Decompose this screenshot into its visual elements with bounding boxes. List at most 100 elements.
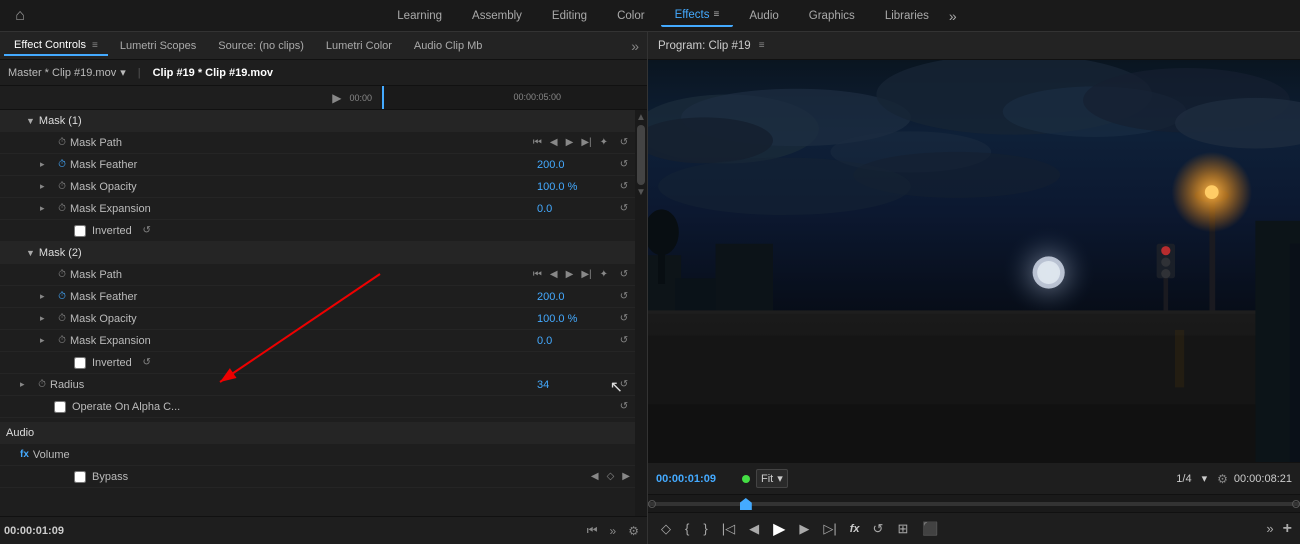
more-transport-btn[interactable]: » [1261, 517, 1278, 540]
safe-margins-btn[interactable]: ⊞ [892, 517, 913, 541]
tab-effect-controls[interactable]: Effect Controls ≡ [4, 36, 108, 56]
add-btn[interactable]: + [1283, 520, 1292, 538]
mask1-path-stopwatch[interactable]: ⏱ [54, 137, 70, 148]
step-back-btn[interactable]: ◀ [744, 517, 764, 541]
bottom-back-btn[interactable]: ⏮ [583, 521, 602, 540]
scroll-thumb[interactable] [637, 125, 645, 185]
mask2-feather-expand[interactable]: ▸ [40, 291, 54, 302]
mask2-opacity-expand[interactable]: ▸ [40, 313, 54, 324]
mask2-feather-reset[interactable]: ↺ [613, 291, 635, 302]
tab-lumetri-scopes[interactable]: Lumetri Scopes [110, 37, 206, 55]
active-clip-name[interactable]: Clip #19 * Clip #19.mov [153, 67, 273, 79]
mask2-expansion-expand[interactable]: ▸ [40, 335, 54, 346]
playhead-position[interactable] [740, 498, 752, 510]
mask1-skip-back[interactable]: ⏮ [530, 135, 545, 150]
mask1-path-reset[interactable]: ↺ [613, 137, 635, 148]
radius-expand[interactable]: ▸ [20, 379, 34, 390]
bypass-add-keyframe[interactable]: ◇ [604, 469, 618, 484]
operate-alpha-reset[interactable]: ↺ [613, 401, 635, 412]
program-menu-icon[interactable]: ≡ [759, 40, 765, 51]
mask1-feather-reset[interactable]: ↺ [613, 159, 635, 170]
bottom-settings-btn[interactable]: ⚙ [624, 522, 643, 540]
timeline-play-btn[interactable]: ▶ [332, 91, 341, 105]
fx-toggle-btn[interactable]: fx [846, 521, 864, 537]
nav-tab-effects[interactable]: Effects ≡ [661, 5, 734, 27]
mask1-inverted-reset[interactable]: ↺ [136, 225, 158, 236]
bypass-checkbox-group[interactable]: Bypass [70, 471, 586, 483]
nav-tab-graphics[interactable]: Graphics [795, 6, 869, 26]
export-frame-btn[interactable]: ⬛ [917, 517, 943, 541]
home-icon[interactable]: ⌂ [8, 4, 32, 28]
add-marker-btn[interactable]: ◇ [656, 517, 676, 541]
nav-more-btn[interactable]: » [949, 8, 957, 24]
mask2-add-keyframe[interactable]: ✦ [597, 267, 611, 282]
mask2-skip-fwd[interactable]: ▶| [578, 267, 594, 282]
go-to-in-btn[interactable]: |◁ [717, 517, 740, 541]
mask1-opacity-stopwatch[interactable]: ⏱ [54, 181, 70, 192]
mask2-expansion-value[interactable]: 0.0 [533, 335, 613, 347]
bypass-step-fwd[interactable]: ▶ [619, 469, 633, 484]
monitor-wrench-icon[interactable]: ⚙ [1217, 472, 1228, 486]
tab-source[interactable]: Source: (no clips) [208, 37, 314, 55]
mask1-expansion-expand[interactable]: ▸ [40, 203, 54, 214]
panel-tabs-more[interactable]: » [627, 38, 643, 54]
mask2-inverted-reset[interactable]: ↺ [136, 357, 158, 368]
operate-alpha-checkbox[interactable] [54, 401, 66, 413]
radius-stopwatch[interactable]: ⏱ [34, 379, 50, 390]
mask2-path-reset[interactable]: ↺ [613, 269, 635, 280]
mask2-step-back[interactable]: ◀ [547, 267, 561, 282]
operate-alpha-checkbox-group[interactable]: Operate On Alpha C... [50, 401, 613, 413]
bypass-step-back[interactable]: ◀ [588, 469, 602, 484]
go-to-out-btn[interactable]: ▷| [818, 517, 841, 541]
loop-btn[interactable]: ↺ [868, 517, 889, 541]
bypass-checkbox[interactable] [74, 471, 86, 483]
mask2-step-fwd[interactable]: ▶ [563, 267, 577, 282]
mask1-expansion-value[interactable]: 0.0 [533, 203, 613, 215]
nav-tab-editing[interactable]: Editing [538, 6, 601, 26]
effect-controls-menu-icon[interactable]: ≡ [92, 40, 98, 51]
nav-tab-learning[interactable]: Learning [383, 6, 456, 26]
scroll-up[interactable]: ▲ [636, 112, 646, 123]
mask2-header[interactable]: ▼ Mask (2) [0, 242, 635, 264]
nav-tab-assembly[interactable]: Assembly [458, 6, 536, 26]
tab-audio-clip[interactable]: Audio Clip Mb [404, 37, 492, 55]
mask2-inverted-checkbox[interactable] [74, 357, 86, 369]
nav-tab-color[interactable]: Color [603, 6, 658, 26]
mask2-opacity-stopwatch[interactable]: ⏱ [54, 313, 70, 324]
out-point-btn[interactable]: } [698, 517, 712, 540]
clip-selector[interactable]: Master * Clip #19.mov ▾ [8, 66, 126, 79]
mask1-step-back[interactable]: ◀ [547, 135, 561, 150]
timeline-playhead[interactable] [382, 86, 384, 109]
mask1-opacity-expand[interactable]: ▸ [40, 181, 54, 192]
mask1-opacity-reset[interactable]: ↺ [613, 181, 635, 192]
mask2-feather-stopwatch[interactable]: ⏱ [54, 291, 70, 302]
tab-lumetri-color[interactable]: Lumetri Color [316, 37, 402, 55]
mask1-step-fwd[interactable]: ▶ [563, 135, 577, 150]
mask1-expansion-reset[interactable]: ↺ [613, 203, 635, 214]
nav-tab-audio[interactable]: Audio [735, 6, 792, 26]
mask2-expansion-stopwatch[interactable]: ⏱ [54, 335, 70, 346]
mask1-feather-expand[interactable]: ▸ [40, 159, 54, 170]
mask2-expansion-reset[interactable]: ↺ [613, 335, 635, 346]
mask2-opacity-value[interactable]: 100.0 % [533, 313, 613, 325]
monitor-fit-select[interactable]: Fit ▾ [756, 469, 788, 488]
bottom-more-btn[interactable]: » [606, 522, 621, 540]
mask1-header[interactable]: ▼ Mask (1) [0, 110, 635, 132]
mask1-add-keyframe[interactable]: ✦ [597, 135, 611, 150]
play-btn[interactable]: ▶ [768, 515, 790, 543]
mask1-opacity-value[interactable]: 100.0 % [533, 181, 613, 193]
mask2-opacity-reset[interactable]: ↺ [613, 313, 635, 324]
mask2-path-stopwatch[interactable]: ⏱ [54, 269, 70, 280]
scroll-down-arrow[interactable]: ▼ [636, 187, 646, 198]
mask1-inverted-checkbox-group[interactable]: Inverted [70, 225, 136, 237]
mask2-feather-value[interactable]: 200.0 [533, 291, 613, 303]
radius-value[interactable]: 34 ↖ [533, 379, 613, 391]
mask1-skip-fwd[interactable]: ▶| [578, 135, 594, 150]
step-fwd-btn[interactable]: ▶ [794, 517, 814, 541]
mask2-inverted-checkbox-group[interactable]: Inverted [70, 357, 136, 369]
mask1-feather-stopwatch[interactable]: ⏱ [54, 159, 70, 170]
nav-tab-libraries[interactable]: Libraries [871, 6, 943, 26]
mask1-inverted-checkbox[interactable] [74, 225, 86, 237]
mask2-skip-back[interactable]: ⏮ [530, 267, 545, 282]
audio-section-header[interactable]: Audio [0, 422, 635, 444]
